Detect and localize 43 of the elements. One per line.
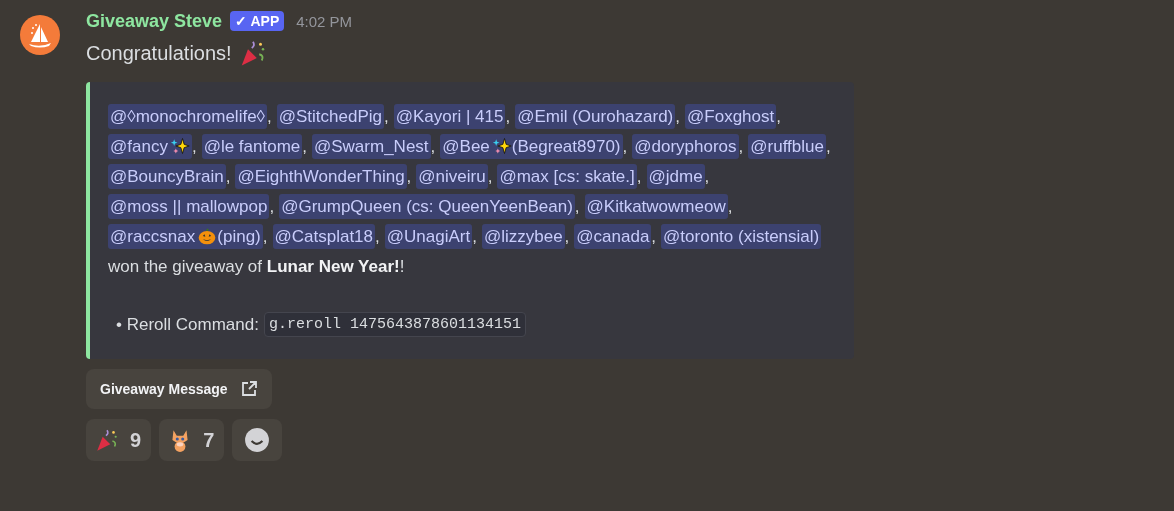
user-mention[interactable]: @lizzybee (481, 224, 565, 249)
pumpkin-icon (197, 226, 218, 246)
user-mention[interactable]: @Bee (Begreat8970) (440, 134, 623, 159)
external-link-icon (239, 380, 258, 398)
user-mention[interactable]: @canada (574, 224, 652, 249)
user-mention[interactable]: @Swarm_Nest (312, 134, 431, 159)
giveaway-message-button[interactable]: Giveaway Message (86, 369, 272, 409)
user-mention[interactable]: @max [cs: skate.] (497, 164, 637, 189)
add-reaction-button[interactable] (232, 419, 283, 461)
user-mention[interactable]: @Foxghost (685, 104, 777, 129)
user-mention[interactable]: @raccsnax (ping) (108, 224, 263, 249)
timestamp: 4:02 PM (296, 12, 353, 30)
user-mention[interactable]: @le fantome (201, 134, 303, 159)
reroll-label: • Reroll Command: (116, 314, 259, 335)
reroll-command-code: g.reroll 1475643878601134151 (263, 312, 526, 337)
user-mention[interactable]: @doryphoros (632, 134, 739, 159)
user-mention[interactable]: @Catsplat18 (272, 224, 376, 249)
user-mention[interactable]: @niveiru (416, 164, 488, 189)
sailboat-avatar-icon[interactable] (20, 15, 60, 55)
sparkles-icon (491, 136, 512, 156)
giveaway-result-text: @◊monochromelife◊, @StitchedPig, @Kayori | 415, @Emil (Ourohazard), @Foxghost, @fancy , @le fantome, @Swarm_Nest, @Bee (Begreat8970), @doryphoros, @ruffblue, @BouncyBrain, @EighthWonderThing, @niveiru, @max [cs: skate.], @jdme, @moss || mallowpop, @GrumpQueen (cs: QueenYeenBean), @Kitkatwowmeow, @raccsnax (ping), @Catsplat18, @UnagiArt, @lizzybee, @canada, @toronto (xistensial) won the giveaway of Lunar New Year!! (108, 102, 836, 282)
message-text: Congratulations! (86, 41, 232, 65)
user-mention[interactable]: @jdme (646, 164, 705, 189)
user-mention[interactable]: @toronto (xistensial) (661, 224, 822, 249)
reaction-button[interactable]: 7 (159, 419, 225, 461)
user-mention[interactable]: @BouncyBrain (108, 164, 226, 189)
user-mention[interactable]: @moss || mallowpop (108, 194, 270, 219)
user-mention[interactable]: @Emil (Ourohazard) (515, 104, 676, 129)
user-mention[interactable]: @Kitkatwowmeow (584, 194, 728, 219)
user-mention[interactable]: @ruffblue (748, 134, 826, 159)
user-mention[interactable]: @Kayori | 415 (393, 104, 506, 129)
app-badge: ✓ APP (230, 11, 285, 31)
smiley-icon (244, 427, 271, 453)
reaction-button[interactable]: 9 (86, 419, 152, 461)
user-mention[interactable]: @StitchedPig (276, 104, 384, 129)
sparkles-icon (169, 136, 190, 156)
user-mention[interactable]: @fancy (108, 134, 192, 159)
user-mention[interactable]: @GrumpQueen (cs: QueenYeenBean) (279, 194, 575, 219)
party-popper-icon (94, 427, 120, 453)
user-mention[interactable]: @UnagiArt (384, 224, 473, 249)
user-mention[interactable]: @EighthWonderThing (235, 164, 407, 189)
user-mention[interactable]: @◊monochromelife◊ (108, 104, 267, 129)
author-name[interactable]: Giveaway Steve (86, 10, 223, 32)
